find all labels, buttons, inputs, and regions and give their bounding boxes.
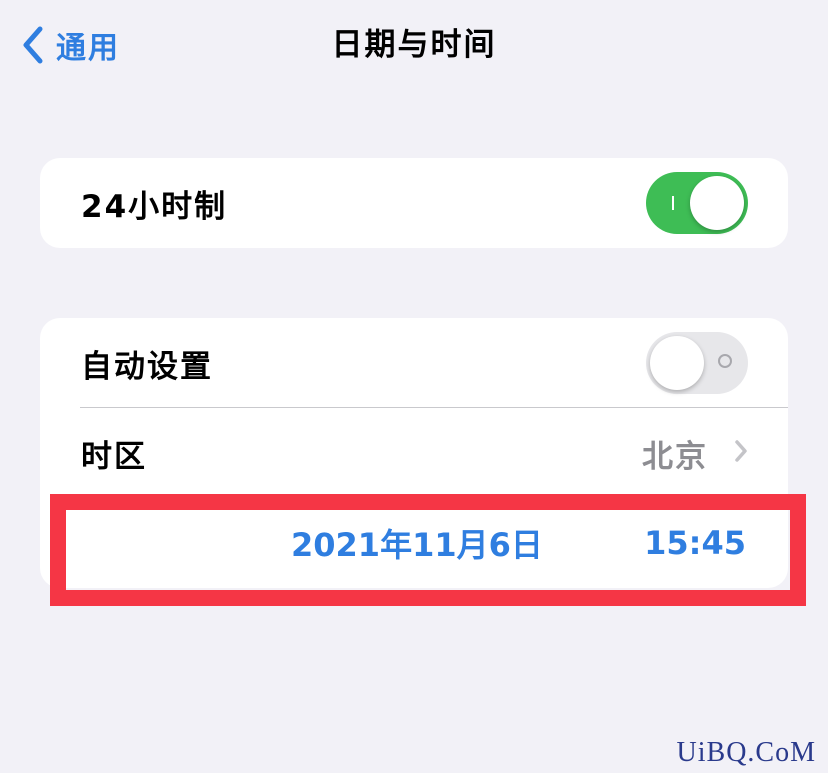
auto-set-label: 自动设置 — [81, 348, 213, 385]
settings-group-datetime: 自动设置 时区 北京 2021年11月6日 15:45 — [40, 318, 788, 588]
toggle-knob — [650, 336, 704, 390]
toggle-knob — [690, 176, 744, 230]
page-title: 日期与时间 — [331, 27, 497, 63]
timezone-label: 时区 — [81, 438, 147, 475]
auto-set-toggle[interactable] — [646, 332, 748, 394]
datetime-row: 2021年11月6日 15:45 — [40, 498, 788, 588]
toggle-off-indicator — [718, 354, 732, 368]
hour24-row: 24小时制 — [40, 158, 788, 248]
watermark: UiBQ.CoM — [676, 737, 816, 768]
settings-group-time-format: 24小时制 — [40, 158, 788, 248]
time-picker-button[interactable]: 15:45 — [644, 524, 746, 562]
timezone-value: 北京 — [642, 438, 708, 475]
chevron-right-icon — [734, 439, 748, 467]
hour24-toggle[interactable] — [646, 172, 748, 234]
timezone-row[interactable]: 时区 北京 — [40, 408, 788, 498]
toggle-on-indicator — [672, 196, 674, 210]
hour24-label: 24小时制 — [81, 188, 228, 225]
date-picker-button[interactable]: 2021年11月6日 — [291, 520, 543, 566]
auto-set-row: 自动设置 — [40, 318, 788, 408]
